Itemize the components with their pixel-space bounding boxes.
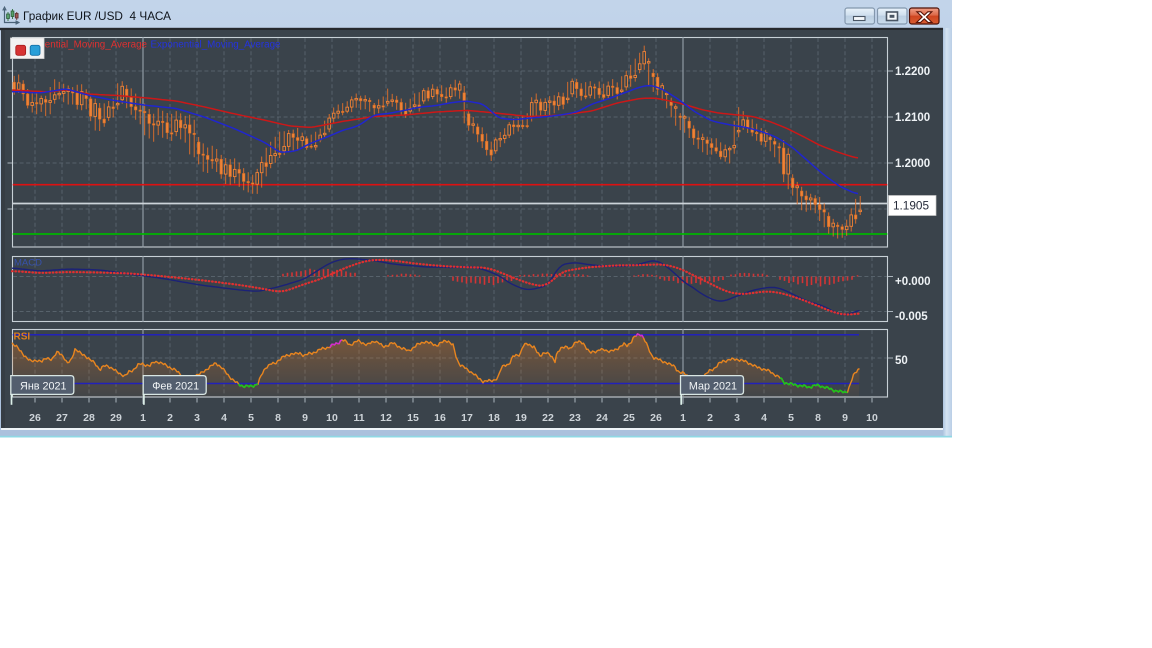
svg-text:5: 5 [788, 412, 794, 424]
svg-text:16: 16 [434, 412, 446, 424]
svg-text:1: 1 [140, 412, 146, 424]
svg-text:1.2200: 1.2200 [895, 66, 930, 78]
svg-text:10: 10 [326, 412, 338, 424]
svg-text:15: 15 [407, 412, 419, 424]
svg-text:4: 4 [221, 412, 227, 424]
svg-text:MACD: MACD [14, 258, 42, 269]
svg-text:29: 29 [110, 412, 122, 424]
svg-text:9: 9 [302, 412, 308, 424]
svg-text:-0.005: -0.005 [895, 311, 928, 323]
svg-text:1.2100: 1.2100 [895, 112, 930, 124]
svg-text:50: 50 [895, 355, 908, 367]
svg-text:24: 24 [596, 412, 608, 424]
svg-text:График EUR /USD 4 ЧАСА: График EUR /USD 4 ЧАСА [23, 9, 171, 23]
svg-text:1.1905: 1.1905 [893, 199, 930, 213]
svg-text:12: 12 [380, 412, 392, 424]
svg-text:Янв 2021: Янв 2021 [20, 381, 67, 393]
svg-text:19: 19 [515, 412, 527, 424]
svg-text:3: 3 [734, 412, 740, 424]
svg-text:27: 27 [56, 412, 68, 424]
svg-text:3: 3 [194, 412, 200, 424]
svg-text:5: 5 [248, 412, 254, 424]
svg-text:+0.000: +0.000 [895, 276, 931, 288]
svg-text:RSI: RSI [14, 332, 31, 343]
svg-text:22: 22 [542, 412, 554, 424]
svg-text:2: 2 [707, 412, 713, 424]
svg-text:18: 18 [488, 412, 500, 424]
svg-text:8: 8 [275, 412, 281, 424]
svg-text:1.2000: 1.2000 [895, 158, 930, 170]
svg-text:2: 2 [167, 412, 173, 424]
svg-text:8: 8 [815, 412, 821, 424]
svg-text:Мар 2021: Мар 2021 [689, 381, 737, 393]
svg-text:4: 4 [761, 412, 767, 424]
svg-text:28: 28 [83, 412, 95, 424]
svg-text:26: 26 [29, 412, 41, 424]
svg-text:9: 9 [842, 412, 848, 424]
svg-text:26: 26 [650, 412, 662, 424]
svg-text:11: 11 [353, 412, 364, 424]
svg-text:17: 17 [461, 412, 473, 424]
svg-text:23: 23 [569, 412, 581, 424]
svg-text:1: 1 [680, 412, 686, 424]
svg-text:25: 25 [623, 412, 635, 424]
svg-text:Exponential_Moving_Average: Exponential_Moving_Average [151, 40, 282, 51]
svg-text:10: 10 [866, 412, 878, 424]
svg-text:ential_Moving_Average: ential_Moving_Average [45, 40, 148, 51]
svg-text:Фев 2021: Фев 2021 [152, 381, 199, 393]
